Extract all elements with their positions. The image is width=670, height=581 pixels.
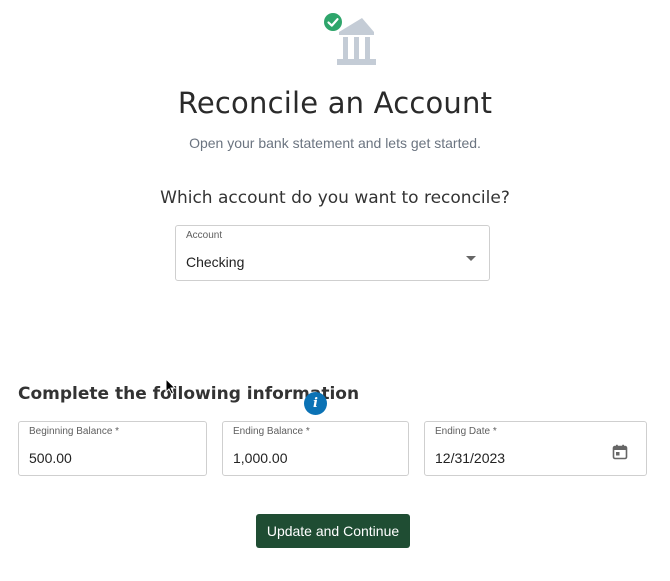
account-question: Which account do you want to reconcile?: [160, 188, 510, 208]
page-title: Reconcile an Account: [177, 86, 493, 120]
reconcile-page: Reconcile an Account Open your bank stat…: [0, 0, 670, 581]
ending-date-label: Ending Date *: [435, 426, 497, 437]
ending-balance-value[interactable]: 1,000.00: [233, 450, 288, 466]
ending-balance-field[interactable]: Ending Balance * 1,000.00: [222, 421, 409, 476]
ending-date-field[interactable]: Ending Date * 12/31/2023: [424, 421, 647, 476]
beginning-balance-label: Beginning Balance *: [29, 426, 120, 437]
chevron-down-icon[interactable]: [466, 256, 476, 261]
info-icon[interactable]: i: [304, 392, 327, 415]
account-select-label: Account: [186, 230, 223, 241]
ending-date-value[interactable]: 12/31/2023: [435, 450, 505, 466]
bank-check-icon: [324, 13, 376, 65]
account-select-value: Checking: [186, 254, 245, 270]
ending-balance-label: Ending Balance *: [233, 426, 310, 437]
page-subtitle: Open your bank statement and lets get st…: [189, 135, 481, 151]
beginning-balance-field[interactable]: Beginning Balance * 500.00: [18, 421, 207, 476]
account-select[interactable]: Account Checking: [175, 225, 490, 281]
beginning-balance-value[interactable]: 500.00: [29, 450, 72, 466]
update-and-continue-button[interactable]: Update and Continue: [256, 514, 410, 548]
calendar-icon[interactable]: [612, 444, 628, 460]
mouse-cursor-icon: [165, 378, 177, 395]
